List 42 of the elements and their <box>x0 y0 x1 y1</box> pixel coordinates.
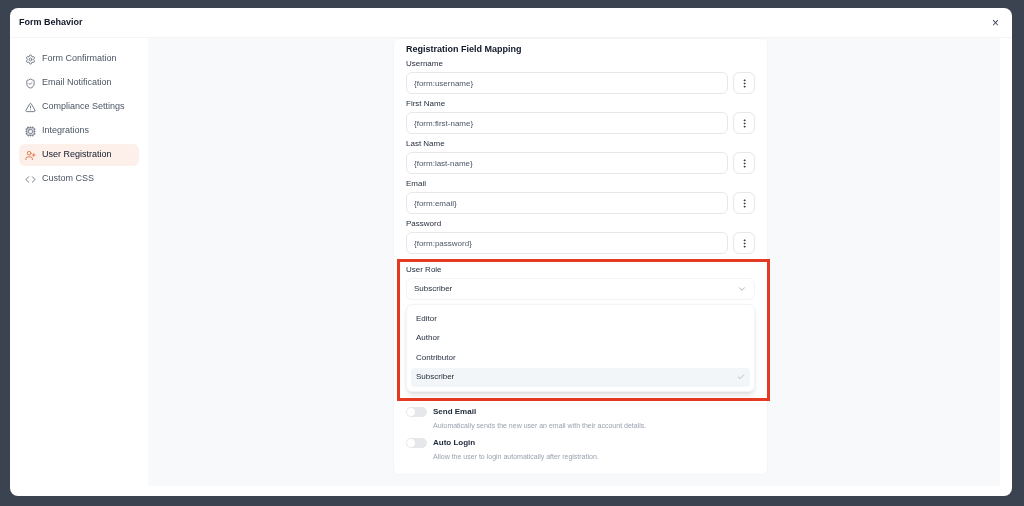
chip-icon <box>25 125 36 137</box>
dialog-title: Form Behavior <box>19 15 83 29</box>
field-label: Email <box>406 179 427 189</box>
input-field[interactable]: {form:email} <box>406 192 728 214</box>
more-button[interactable] <box>733 192 755 214</box>
sidebar-item[interactable]: Compliance Settings <box>19 96 139 118</box>
section-title: Registration Field Mapping <box>406 43 523 55</box>
sidebar-item[interactable]: Form Confirmation <box>19 48 139 70</box>
shield-icon <box>25 77 36 89</box>
dropdown-option[interactable]: Contributor <box>411 348 750 368</box>
field-label: User Role <box>406 265 443 275</box>
code-icon <box>25 173 36 185</box>
more-button[interactable] <box>733 152 755 174</box>
close-button[interactable]: × <box>988 16 1003 29</box>
check-icon <box>737 373 745 382</box>
dropdown-option[interactable]: Subscriber <box>411 367 750 387</box>
chevron-icon <box>737 284 747 294</box>
more-button[interactable] <box>733 112 755 134</box>
field-label: Password <box>406 219 443 229</box>
toggle-switch[interactable] <box>406 437 427 448</box>
field-label: Username <box>406 59 444 69</box>
toggle-switch[interactable] <box>406 407 427 417</box>
sidebar-item[interactable]: Email Notification <box>19 72 139 94</box>
field-label: First Name <box>406 99 447 109</box>
toggle-label: Send Email <box>433 406 478 418</box>
warning-icon <box>25 101 36 113</box>
role-select[interactable]: Subscriber <box>406 278 755 300</box>
dropdown-option[interactable]: Author <box>411 328 750 348</box>
field-label: Last Name <box>406 139 446 149</box>
sidebar-item[interactable]: Integrations <box>19 120 139 142</box>
gear-icon <box>25 53 36 65</box>
input-field[interactable]: {form:last-name} <box>406 152 728 174</box>
dropdown-option[interactable]: Editor <box>411 309 750 329</box>
toggle-label: Auto Login <box>433 436 477 449</box>
input-field[interactable]: {form:first-name} <box>406 112 728 134</box>
user-plus-icon <box>25 149 36 161</box>
more-button[interactable] <box>733 72 755 94</box>
sidebar-item[interactable]: Custom CSS <box>19 168 139 190</box>
input-field[interactable]: {form:password} <box>406 232 728 254</box>
more-button[interactable] <box>733 232 755 254</box>
sidebar-item[interactable]: User Registration <box>19 144 139 166</box>
input-field[interactable]: {form:username} <box>406 72 728 94</box>
